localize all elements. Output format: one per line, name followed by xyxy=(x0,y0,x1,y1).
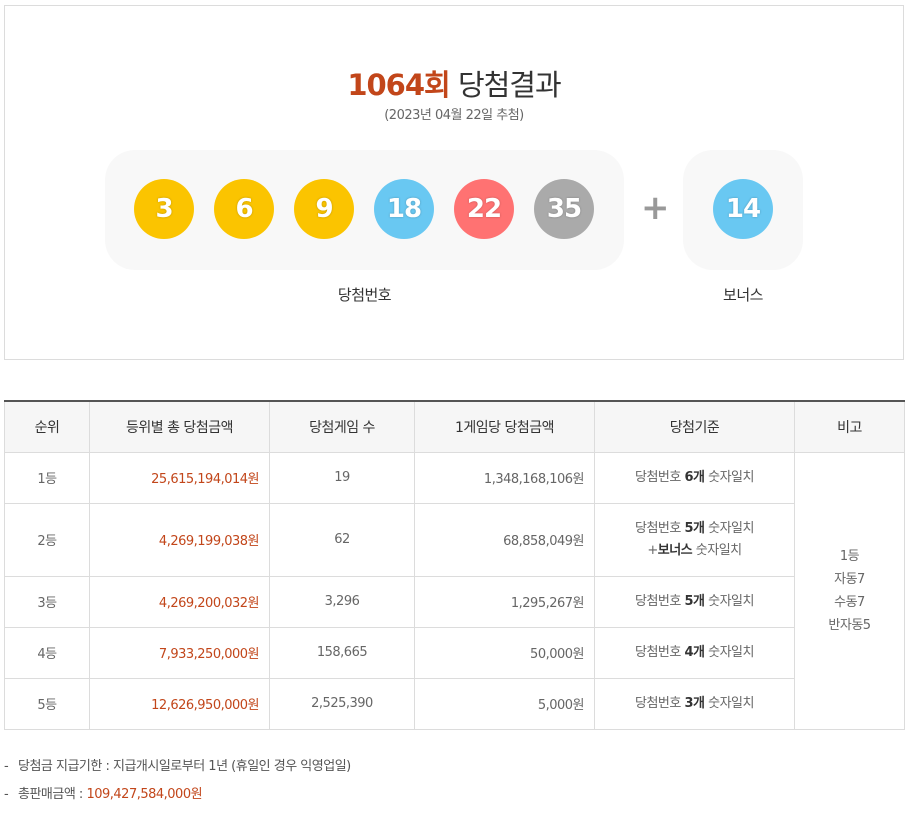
criteria-suffix: 숫자일치 xyxy=(704,644,754,660)
criteria-count: 3개 xyxy=(684,695,705,711)
header-criteria: 당첨기준 xyxy=(594,401,795,453)
criteria-cell: 당첨번호 5개 숫자일치 +보너스 숫자일치 xyxy=(594,502,795,577)
criteria-cell: 당첨번호 3개 숫자일치 xyxy=(594,677,795,730)
table-row: 5등 12,626,950,000원 2,525,390 5,000원 당첨번호… xyxy=(4,677,905,730)
per-game-prize-cell: 1,295,267원 xyxy=(414,575,595,628)
criteria-cell: 당첨번호 5개 숫자일치 xyxy=(594,575,795,628)
total-sales-note: - 총판매금액 : 109,427,584,000원 xyxy=(4,783,351,811)
draw-date: (2023년 04월 22일 추첨) xyxy=(384,108,524,123)
total-prize-cell: 4,269,200,032원 xyxy=(89,575,270,628)
criteria-suffix: 숫자일치 xyxy=(704,469,754,485)
plus-icon: + xyxy=(641,188,670,228)
criteria-suffix: 숫자일치 xyxy=(704,695,754,711)
title-suffix: 당첨결과 xyxy=(457,68,562,102)
total-sales-amount: 109,427,584,000원 xyxy=(86,787,203,802)
note-line: 수동7 xyxy=(834,594,865,610)
winner-count-cell: 158,665 xyxy=(269,626,415,679)
bonus-number-ball: 14 xyxy=(713,179,773,239)
criteria-suffix: 숫자일치 xyxy=(704,593,754,609)
criteria-prefix: 당첨번호 xyxy=(635,695,685,711)
table-row: 1등 25,615,194,014원 19 1,348,168,106원 당첨번… xyxy=(4,451,905,730)
rank-cell: 5등 xyxy=(4,677,90,730)
criteria-suffix: 숫자일치 xyxy=(692,542,742,558)
prize-table: 순위 등위별 총 당첨금액 당첨게임 수 1게임당 당첨금액 당첨기준 비고 1… xyxy=(4,400,905,730)
criteria-prefix: 당첨번호 xyxy=(635,469,685,485)
criteria-count: 5개 xyxy=(684,520,705,536)
criteria-bonus: 보너스 xyxy=(657,542,693,558)
table-row: 3등 4,269,200,032원 3,296 1,295,267원 당첨번호 … xyxy=(4,575,905,628)
winner-count-cell: 19 xyxy=(269,451,415,504)
winning-number-ball: 22 xyxy=(454,179,514,239)
footer-notes: - 당첨금 지급기한 : 지급개시일로부터 1년 (휴일인 경우 익영업일) -총… xyxy=(4,755,351,811)
note-line: 반자동5 xyxy=(828,617,871,633)
note-cell: 1등 자동7 수동7 반자동5 xyxy=(794,451,905,730)
winner-count-cell: 3,296 xyxy=(269,575,415,628)
rank-cell: 1등 xyxy=(4,451,90,504)
criteria-prefix: 당첨번호 xyxy=(635,520,685,536)
page-title: 1064회 당첨결과 xyxy=(5,62,903,104)
rank-cell: 4등 xyxy=(4,626,90,679)
header-per-game-prize: 1게임당 당첨금액 xyxy=(414,401,595,453)
criteria-cell: 당첨번호 6개 숫자일치 xyxy=(594,451,795,504)
winning-number-ball: 6 xyxy=(214,179,274,239)
criteria-count: 4개 xyxy=(684,644,705,660)
header-note: 비고 xyxy=(794,401,905,453)
total-sales-label: 총판매금액 : xyxy=(18,787,87,802)
winning-number-ball: 3 xyxy=(134,179,194,239)
criteria-cell: 당첨번호 4개 숫자일치 xyxy=(594,626,795,679)
total-prize-cell: 12,626,950,000원 xyxy=(89,677,270,730)
note-line: 1등 xyxy=(839,548,860,564)
rank-cell: 3등 xyxy=(4,575,90,628)
bullet-dash: - xyxy=(4,787,9,802)
criteria-count: 6개 xyxy=(684,469,705,485)
total-prize-cell: 4,269,199,038원 xyxy=(89,502,270,577)
criteria-count: 5개 xyxy=(684,593,705,609)
header-total-prize: 등위별 총 당첨금액 xyxy=(89,401,270,453)
criteria-prefix: 당첨번호 xyxy=(635,644,685,660)
table-row: 2등 4,269,199,038원 62 68,858,049원 당첨번호 5개… xyxy=(4,502,905,577)
winning-number-ball: 9 xyxy=(294,179,354,239)
rank-cell: 2등 xyxy=(4,502,90,577)
header-winner-count: 당첨게임 수 xyxy=(269,401,415,453)
total-prize-cell: 25,615,194,014원 xyxy=(89,451,270,504)
per-game-prize-cell: 1,348,168,106원 xyxy=(414,451,595,504)
winning-numbers-label: 당첨번호 xyxy=(337,286,392,304)
table-header-row: 순위 등위별 총 당첨금액 당첨게임 수 1게임당 당첨금액 당첨기준 비고 xyxy=(4,401,905,453)
header-rank: 순위 xyxy=(4,401,90,453)
bonus-label: 보너스 xyxy=(723,286,763,304)
winning-number-ball: 18 xyxy=(374,179,434,239)
per-game-prize-cell: 68,858,049원 xyxy=(414,502,595,577)
criteria-prefix: 당첨번호 xyxy=(635,593,685,609)
criteria-plus: + xyxy=(647,542,658,558)
winner-count-cell: 62 xyxy=(269,502,415,577)
winner-count-cell: 2,525,390 xyxy=(269,677,415,730)
payment-deadline-text: 당첨금 지급기한 : 지급개시일로부터 1년 (휴일인 경우 익영업일) xyxy=(18,759,351,774)
draw-result-panel: 1064회 당첨결과 (2023년 04월 22일 추첨) 3 6 9 18 2… xyxy=(4,5,904,360)
round-number: 1064회 xyxy=(347,68,450,102)
bullet-dash: - xyxy=(4,759,9,774)
per-game-prize-cell: 50,000원 xyxy=(414,626,595,679)
table-row: 4등 7,933,250,000원 158,665 50,000원 당첨번호 4… xyxy=(4,626,905,679)
total-prize-cell: 7,933,250,000원 xyxy=(89,626,270,679)
payment-deadline-note: - 당첨금 지급기한 : 지급개시일로부터 1년 (휴일인 경우 익영업일) xyxy=(4,755,351,783)
criteria-suffix: 숫자일치 xyxy=(704,520,754,536)
note-line: 자동7 xyxy=(834,571,865,587)
per-game-prize-cell: 5,000원 xyxy=(414,677,595,730)
winning-number-ball: 35 xyxy=(534,179,594,239)
